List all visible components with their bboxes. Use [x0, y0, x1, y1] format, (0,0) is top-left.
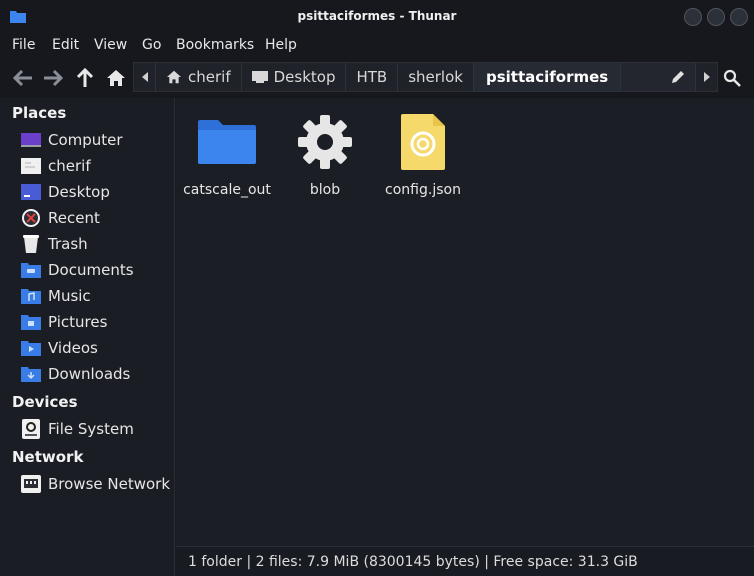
file-name: catscale_out	[183, 182, 271, 198]
desktop-icon	[251, 71, 268, 83]
sidebar-item-desktop[interactable]: Desktop	[20, 180, 110, 204]
sidebar-item-music[interactable]: Music	[20, 284, 91, 308]
chevron-left-icon	[141, 72, 148, 82]
sidebar-item-computer[interactable]: Computer	[20, 128, 123, 152]
menu-edit[interactable]: Edit	[52, 37, 79, 53]
forward-icon	[44, 69, 63, 87]
title-bar: psittaciformes - Thunar	[0, 0, 754, 34]
home-icon	[107, 70, 125, 86]
file-view[interactable]: catscale_out blob config.json	[176, 98, 754, 546]
sidebar-item-browse-network[interactable]: Browse Network	[20, 472, 170, 496]
menu-view[interactable]: View	[94, 37, 127, 53]
path-segment-label: sherlok	[408, 68, 463, 86]
json-file-icon	[378, 112, 468, 172]
sidebar-item-label: Trash	[48, 235, 88, 253]
back-icon	[13, 69, 32, 87]
path-segment-desktop[interactable]: Desktop	[242, 63, 347, 91]
sidebar-item-label: Downloads	[48, 365, 131, 383]
home-folder-icon	[20, 156, 42, 176]
network-header: Network	[12, 448, 84, 466]
minimize-button[interactable]	[684, 8, 702, 26]
sidebar-item-label: Pictures	[48, 313, 108, 331]
menu-bookmarks[interactable]: Bookmarks	[176, 37, 254, 53]
sidebar-item-label: Documents	[48, 261, 134, 279]
up-icon	[76, 68, 94, 87]
path-segment-cherif[interactable]: cherif	[156, 63, 242, 91]
sidebar-item-label: Browse Network	[48, 475, 171, 493]
sidebar-item-label: cherif	[48, 157, 91, 175]
search-icon	[723, 69, 741, 87]
close-button[interactable]	[730, 8, 748, 26]
home-button[interactable]	[105, 67, 127, 89]
search-button[interactable]	[721, 67, 743, 89]
pencil-icon[interactable]	[671, 70, 685, 84]
path-entry-area[interactable]	[621, 63, 695, 91]
trash-icon	[20, 234, 42, 254]
folder-icon	[182, 112, 272, 172]
drive-icon	[20, 419, 42, 439]
sidebar-item-recent[interactable]: Recent	[20, 206, 100, 230]
sidebar-item-label: Music	[48, 287, 91, 305]
downloads-folder-icon	[20, 364, 42, 384]
music-folder-icon	[20, 286, 42, 306]
path-segment-label: HTB	[356, 68, 388, 86]
status-bar: 1 folder | 2 files: 7.9 MiB (8300145 byt…	[176, 546, 754, 576]
path-segment-label: cherif	[188, 68, 231, 86]
chevron-right-icon	[703, 72, 710, 82]
file-item-config-json[interactable]: config.json	[378, 112, 468, 198]
sidebar-item-label: Desktop	[48, 183, 110, 201]
sidebar-item-label: Videos	[48, 339, 98, 357]
sidebar-item-documents[interactable]: Documents	[20, 258, 134, 282]
path-segment-label: Desktop	[273, 68, 336, 86]
sidebar-item-label: File System	[48, 420, 134, 438]
pictures-folder-icon	[20, 312, 42, 332]
status-text: 1 folder | 2 files: 7.9 MiB (8300145 byt…	[188, 554, 638, 570]
file-item-catscale-out[interactable]: catscale_out	[182, 112, 272, 198]
sidebar-item-label: Recent	[48, 209, 100, 227]
sidebar-item-pictures[interactable]: Pictures	[20, 310, 107, 334]
sidebar-item-cherif[interactable]: cherif	[20, 154, 91, 178]
forward-button[interactable]	[42, 67, 64, 89]
menu-bar: File Edit View Go Bookmarks Help	[0, 34, 754, 58]
up-button[interactable]	[74, 67, 96, 89]
path-segment-sherlok[interactable]: sherlok	[398, 63, 474, 91]
path-scroll-left-button[interactable]	[134, 63, 156, 91]
places-header: Places	[12, 104, 67, 122]
sidebar-item-file-system[interactable]: File System	[20, 417, 134, 441]
desktop-icon	[20, 182, 42, 202]
back-button[interactable]	[12, 67, 34, 89]
recent-icon	[20, 208, 42, 228]
sidebar-item-videos[interactable]: Videos	[20, 336, 98, 360]
home-icon	[167, 70, 181, 84]
sidebar-item-trash[interactable]: Trash	[20, 232, 88, 256]
videos-folder-icon	[20, 338, 42, 358]
network-icon	[20, 474, 42, 494]
file-name: config.json	[385, 182, 461, 198]
toolbar: cherif Desktop HTB sherlok psittaciforme…	[0, 58, 754, 98]
window-title: psittaciformes - Thunar	[297, 9, 457, 23]
file-name: blob	[309, 182, 341, 198]
gear-file-icon	[280, 112, 370, 172]
path-segment-psittaciformes[interactable]: psittaciformes	[473, 63, 622, 91]
computer-icon	[20, 130, 42, 150]
sidebar-item-label: Computer	[48, 131, 123, 149]
menu-file[interactable]: File	[12, 37, 35, 53]
documents-folder-icon	[20, 260, 42, 280]
devices-header: Devices	[12, 393, 78, 411]
maximize-button[interactable]	[707, 8, 725, 26]
path-segment-htb[interactable]: HTB	[346, 63, 399, 91]
file-item-blob[interactable]: blob	[280, 112, 370, 198]
path-segment-label: psittaciformes	[485, 68, 609, 86]
sidebar-item-downloads[interactable]: Downloads	[20, 362, 130, 386]
path-scroll-right-button[interactable]	[695, 63, 717, 91]
path-bar: cherif Desktop HTB sherlok psittaciforme…	[133, 62, 718, 92]
sidebar: Places Computer cherif Desktop Recent Tr…	[0, 98, 175, 576]
menu-help[interactable]: Help	[265, 37, 297, 53]
menu-go[interactable]: Go	[142, 37, 161, 53]
